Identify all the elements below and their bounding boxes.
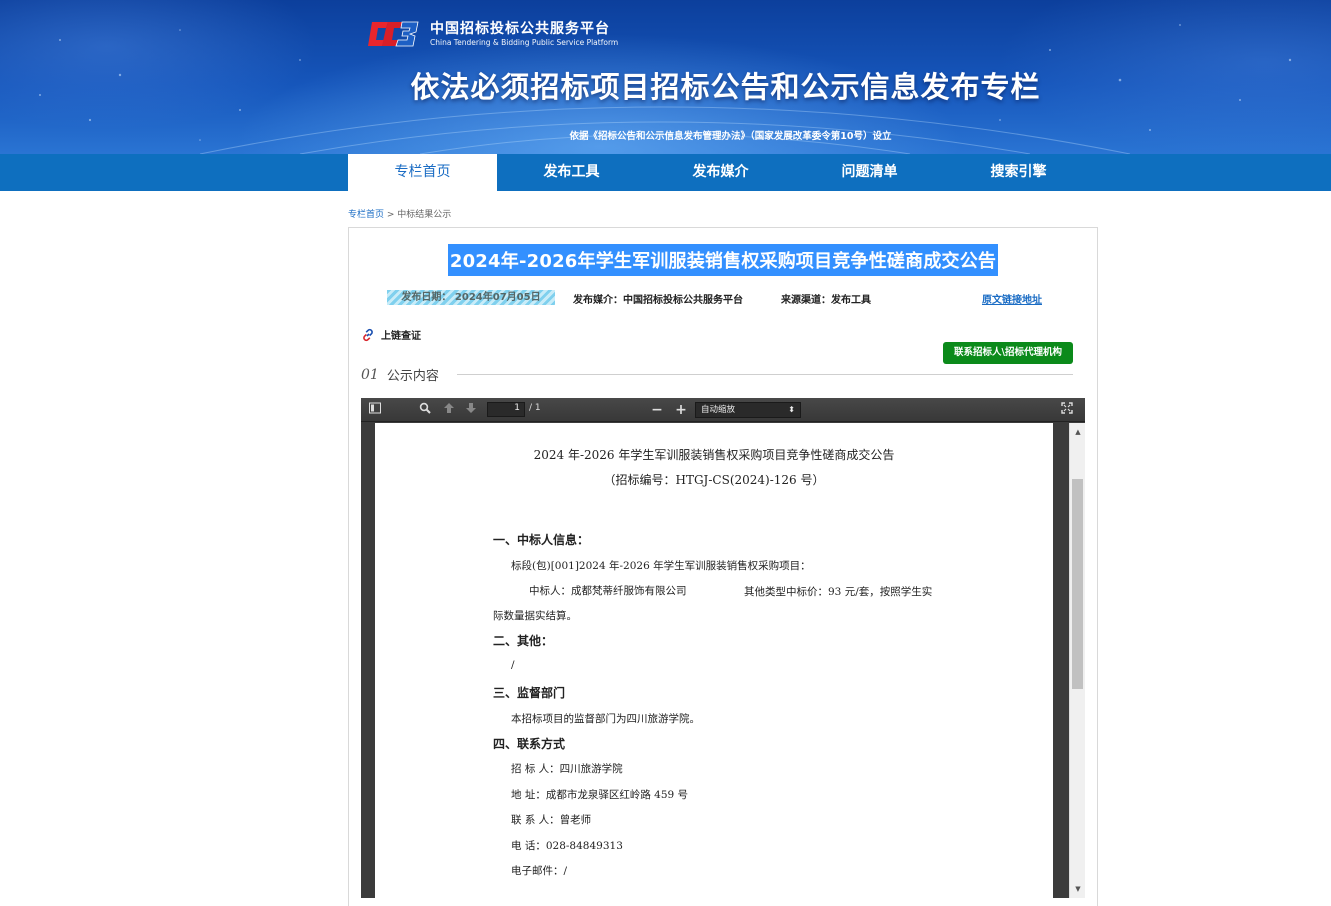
header-banner: 中国招标投标公共服务平台 China Tendering & Bidding P… [0,0,1331,154]
pdf-contact-email: 电子邮件：/ [511,865,568,877]
breadcrumb-separator: > [384,210,398,220]
pdf-supervisor: 本招标项目的监督部门为四川旅游学院。 [511,713,700,725]
pdf-tender-code: （招标编号：HTGJ-CS(2024)-126 号） [603,473,825,487]
chain-verify-link[interactable]: 上链查证 [361,327,421,342]
pdf-heading-winner: 一、中标人信息： [493,533,590,547]
banner-title: 依法必须招标项目招标公告和公示信息发布专栏 [410,70,1041,104]
pdf-title: 2024 年-2026 年学生军训服装销售权采购项目竞争性磋商成交公告 [533,448,895,462]
notice-panel: 2024年-2026年学生军训服装销售权采购项目竞争性磋商成交公告 发布日期： … [348,227,1098,906]
next-page-icon[interactable] [463,402,479,418]
nav-item-home[interactable]: 专栏首页 [348,154,497,191]
sidebar-toggle-icon[interactable] [367,402,383,418]
original-link[interactable]: 原文链接地址 [982,291,1042,306]
pdf-content-area[interactable]: 2024 年-2026 年学生军训服装销售权采购项目竞争性磋商成交公告 （招标编… [361,423,1069,898]
pdf-heading-other: 二、其他： [493,634,554,648]
pdf-contact-person: 联 系 人：曾老师 [511,814,592,826]
pdf-page: 2024 年-2026 年学生军训服装销售权采购项目竞争性磋商成交公告 （招标编… [375,423,1053,898]
zoom-out-icon[interactable]: − [649,402,665,418]
breadcrumb-current: 中标结果公示 [397,210,452,220]
logo-en-text: China Tendering & Bidding Public Service… [430,38,619,47]
pdf-other: / [511,659,515,671]
pdf-price-cont: 际数量据实结算。 [493,610,577,622]
section-divider [456,374,1073,375]
publish-source: 来源渠道：发布工具 [781,295,871,306]
publish-media: 发布媒介：中国招标投标公共服务平台 [573,295,743,306]
banner-subtitle: 依据《招标公告和公示信息发布管理办法》（国家发展改革委令第10号）设立 [569,131,892,142]
contact-tenderer-button[interactable]: 联系招标人\招标代理机构 [943,342,1073,364]
pdf-lot: 标段(包)[001]2024 年-2026 年学生军训服装销售权采购项目： [511,560,811,572]
breadcrumb-home-link[interactable]: 专栏首页 [348,210,384,220]
platform-logo[interactable]: 中国招标投标公共服务平台 China Tendering & Bidding P… [368,16,618,52]
pdf-toolbar: 1 / 1 − + 自动缩放 ⬍ [361,398,1085,422]
breadcrumb: 专栏首页 > 中标结果公示 [348,207,451,220]
pdf-heading-supervisor: 三、监督部门 [493,686,566,700]
section-number: 01 [361,366,379,383]
pdf-heading-contact: 四、联系方式 [493,737,566,751]
zoom-select[interactable]: 自动缩放 ⬍ [695,402,801,418]
logo-icon [368,16,422,52]
notice-title: 2024年-2026年学生军训服装销售权采购项目竞争性磋商成交公告 [447,244,999,276]
publish-date: 发布日期： 2024年07月05日 [387,290,555,305]
pdf-viewer: 1 / 1 − + 自动缩放 ⬍ 2024 年-2026 年学生军训服装销售权采… [361,398,1085,898]
previous-page-icon[interactable] [441,402,457,418]
nav-item-publish-media[interactable]: 发布媒介 [646,154,795,191]
pdf-scrollbar[interactable]: ▲ ▼ [1069,423,1085,898]
scroll-thumb[interactable] [1072,479,1083,689]
page-number-input[interactable]: 1 [487,402,525,417]
pdf-contact-phone: 电 话：028-84849313 [511,840,623,852]
nav-item-publish-tools[interactable]: 发布工具 [497,154,646,191]
nav-item-search-engine[interactable]: 搜索引擎 [944,154,1093,191]
pdf-price: 其他类型中标价：93 元/套，按照学生实 [744,586,933,598]
pdf-contact-tenderer: 招 标 人：四川旅游学院 [511,763,623,775]
scroll-down-icon[interactable]: ▼ [1070,882,1086,896]
chain-verify-label: 上链查证 [381,331,421,342]
chain-link-icon [363,328,373,341]
fullscreen-icon[interactable] [1059,402,1075,418]
zoom-in-icon[interactable]: + [673,402,689,418]
nav-item-faq[interactable]: 问题清单 [795,154,944,191]
pdf-winner: 中标人：成都梵蒂纤服饰有限公司 [529,585,687,597]
section-header: 01 公示内容 [361,365,1073,384]
pdf-contact-address: 地 址：成都市龙泉驿区红岭路 459 号 [511,789,689,801]
main-nav: 专栏首页 发布工具 发布媒介 问题清单 搜索引擎 [0,154,1331,191]
page-total: / 1 [529,403,541,413]
select-caret-icon: ⬍ [788,405,795,414]
scroll-up-icon[interactable]: ▲ [1070,425,1086,439]
search-icon[interactable] [417,402,433,418]
section-label: 公示内容 [386,369,439,384]
logo-cn-text: 中国招标投标公共服务平台 [430,21,610,37]
zoom-value: 自动缩放 [701,405,736,415]
